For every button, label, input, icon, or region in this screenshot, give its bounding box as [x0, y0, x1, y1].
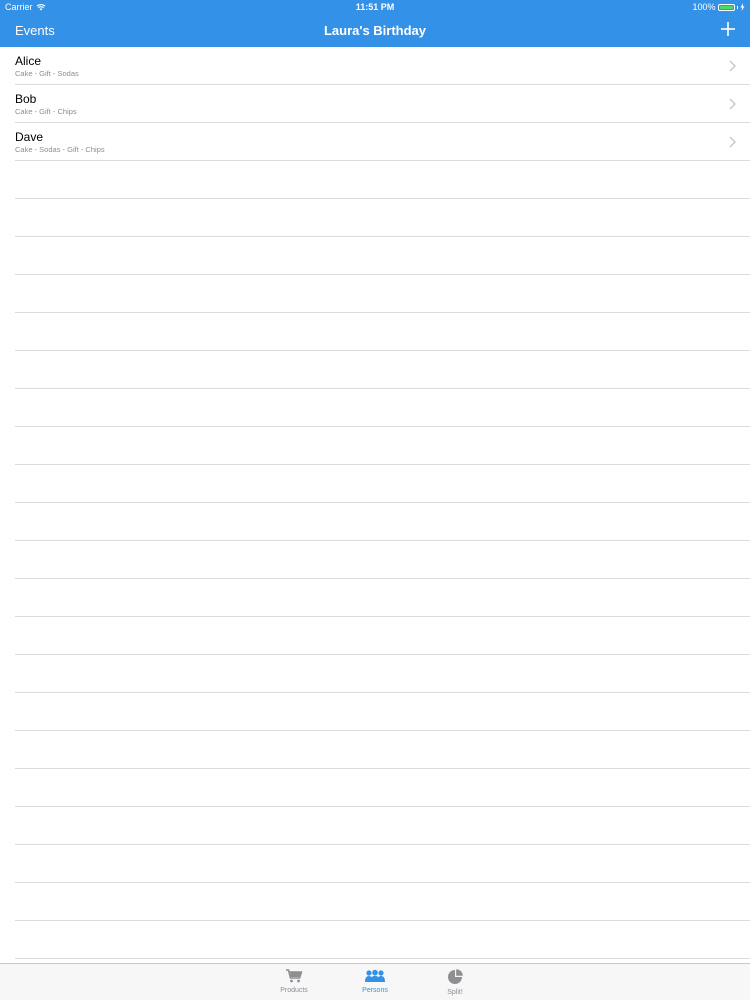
page-title: Laura's Birthday [323, 23, 427, 38]
empty-row [15, 769, 750, 807]
status-bar: Carrier 11:51 PM 100% [0, 0, 750, 15]
person-name: Bob [15, 92, 37, 106]
empty-row [15, 313, 750, 351]
person-name: Alice [15, 54, 42, 68]
tab-bar: Products Persons Split! [0, 963, 750, 1000]
chevron-right-icon [729, 98, 736, 110]
pie-chart-icon [448, 969, 463, 984]
person-row[interactable]: Dave Cake - Sodas - Gift - Chips [15, 123, 750, 161]
person-name: Dave [15, 130, 44, 144]
person-row[interactable]: Bob Cake - Gift - Chips [15, 85, 750, 123]
empty-row [15, 389, 750, 427]
chevron-right-icon [729, 60, 736, 72]
tab-persons[interactable]: Persons [345, 969, 405, 994]
person-items: Cake - Gift - Sodas [15, 69, 79, 78]
header: Carrier 11:51 PM 100% Events Laura's Bir… [0, 0, 750, 47]
empty-row [15, 199, 750, 237]
empty-row [15, 161, 750, 199]
empty-row [15, 883, 750, 921]
empty-row [15, 731, 750, 769]
empty-row [15, 503, 750, 541]
empty-row [15, 351, 750, 389]
empty-row [15, 541, 750, 579]
battery-icon [717, 3, 735, 11]
tab-persons-label: Persons [362, 987, 388, 994]
empty-row [15, 275, 750, 313]
chevron-right-icon [729, 136, 736, 148]
persons-icon [365, 969, 385, 982]
person-items: Cake - Gift - Chips [15, 107, 77, 116]
cart-icon [286, 969, 303, 983]
status-time: 11:51 PM [355, 2, 395, 12]
battery-nub [736, 5, 738, 9]
empty-row [15, 807, 750, 845]
empty-row [15, 693, 750, 731]
persons-list: Alice Cake - Gift - Sodas Bob Cake - Gif… [0, 47, 750, 959]
status-battery: 100% [692, 2, 745, 12]
person-row[interactable]: Alice Cake - Gift - Sodas [15, 47, 750, 85]
empty-row [15, 617, 750, 655]
battery-percent: 100% [692, 2, 716, 12]
empty-row [15, 465, 750, 503]
person-items: Cake - Sodas - Gift - Chips [15, 145, 105, 154]
empty-row [15, 237, 750, 275]
empty-row [15, 427, 750, 465]
tab-products[interactable]: Products [264, 969, 324, 994]
empty-row [15, 845, 750, 883]
plus-icon[interactable] [719, 20, 737, 38]
empty-row [15, 655, 750, 693]
tab-split-label: Split! [447, 989, 463, 996]
empty-row [15, 921, 750, 959]
navigation-bar: Events Laura's Birthday [0, 15, 750, 47]
tab-split[interactable]: Split! [425, 969, 485, 996]
charging-bolt-icon [740, 3, 745, 11]
tab-products-label: Products [280, 987, 308, 994]
empty-row [15, 579, 750, 617]
